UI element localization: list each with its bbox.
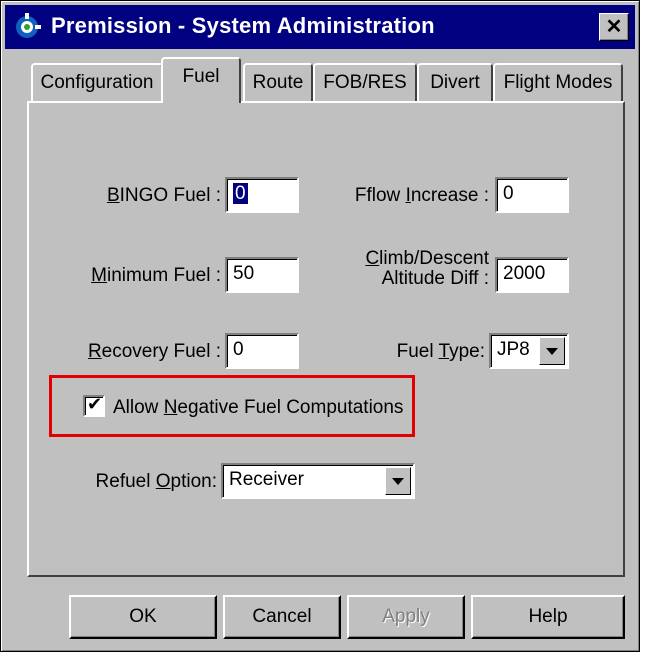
cancel-button[interactable]: Cancel	[223, 595, 341, 639]
cancel-label: Cancel	[252, 606, 312, 627]
bingo-fuel-input[interactable]: 0	[225, 177, 299, 213]
refuel-option-label: Refuel Option:	[95, 471, 217, 492]
apply-label: Apply	[382, 606, 430, 627]
minimum-fuel-label: Minimum Fuel :	[91, 265, 221, 286]
minimum-fuel-input[interactable]: 50	[225, 257, 299, 293]
recovery-fuel-label: Recovery Fuel :	[87, 341, 221, 362]
apply-button: Apply	[347, 595, 465, 639]
allow-negative-fuel-checkbox[interactable]	[83, 394, 105, 417]
bingo-fuel-label: BINGO Fuel :	[106, 185, 221, 206]
fuel-type-label: Fuel Type:	[396, 341, 485, 362]
allow-negative-fuel-label[interactable]: Allow Negative Fuel Computations	[113, 397, 403, 419]
chevron-down-icon[interactable]	[539, 337, 565, 365]
refuel-option-select[interactable]: Receiver	[221, 463, 415, 499]
dialog-window: Premission - System Administration ✕ Con…	[0, 0, 640, 652]
climb-descent-input[interactable]: 2000	[495, 257, 569, 293]
help-label: Help	[528, 606, 568, 627]
help-button[interactable]: Help	[471, 595, 625, 639]
climb-descent-label: Climb/Descent Altitude Diff :	[365, 248, 489, 289]
fuel-type-select[interactable]: JP8	[489, 333, 569, 369]
chevron-down-icon[interactable]	[385, 467, 411, 495]
recovery-fuel-input[interactable]: 0	[225, 333, 299, 369]
ok-label: OK	[129, 606, 157, 627]
flow-increase-input[interactable]: 0	[495, 177, 569, 213]
flow-increase-label: Fflow Increase :	[354, 185, 489, 206]
ok-button[interactable]: OK	[69, 595, 217, 639]
